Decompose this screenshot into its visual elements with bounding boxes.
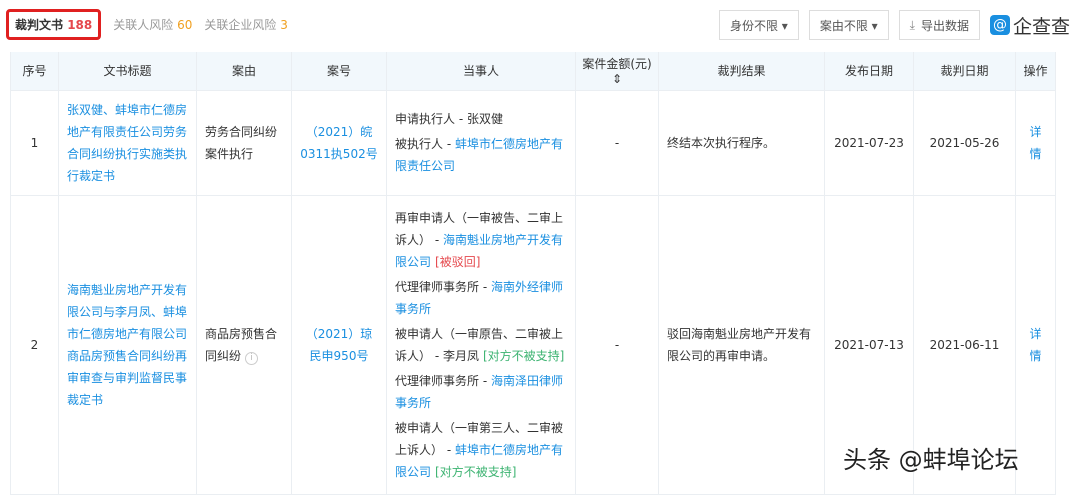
tab-label: 裁判文书 bbox=[15, 17, 64, 32]
row-number: 1 bbox=[10, 89, 59, 196]
party-name: 张双健 bbox=[466, 112, 503, 126]
doc-title-link: 海南魁业房地产开发有限公司与李月凤、蚌埠市仁德房地产有限公司商品房预售合同纠纷再… bbox=[58, 194, 197, 495]
tab-related-person-risk[interactable]: 关联人风险 60 bbox=[113, 16, 192, 33]
header-result: 裁判结果 bbox=[658, 52, 825, 91]
detail-link-text[interactable]: 详情 bbox=[1029, 125, 1041, 161]
judgment-date: 2021-05-26 bbox=[913, 89, 1016, 196]
party-role: 代理律师事务所 - bbox=[395, 373, 491, 388]
cause-filter-dropdown[interactable]: 案由不限 ▾ bbox=[808, 10, 889, 40]
party-status-tag: [对方不被支持] bbox=[482, 348, 565, 363]
case-cause-text: 商品房预售合同纠纷 bbox=[205, 326, 278, 363]
detail-link: 详情 bbox=[1015, 89, 1056, 196]
party: 被申请人（一审原告、二审被上诉人） - 李月凤 [对方不被支持] bbox=[395, 323, 567, 367]
tab-judgments[interactable]: 裁判文书 188 bbox=[6, 8, 102, 40]
judgment-date-text: 2021-05-26 bbox=[929, 135, 1000, 150]
header-case-no: 案号 bbox=[291, 52, 387, 91]
party-status-tag: [对方不被支持] bbox=[435, 464, 517, 479]
header-parties: 当事人 bbox=[386, 52, 576, 91]
doc-title-link-text[interactable]: 张双健、蚌埠市仁德房地产有限责任公司劳务合同纠纷执行实施类执行裁定书 bbox=[67, 103, 187, 183]
case-number-link-text[interactable]: （2021）琼民申950号 bbox=[306, 327, 373, 363]
doc-title-link: 张双健、蚌埠市仁德房地产有限责任公司劳务合同纠纷执行实施类执行裁定书 bbox=[58, 89, 197, 196]
party: 再审申请人（一审被告、二审上诉人） - 海南魁业房地产开发有限公司 [被驳回] bbox=[395, 207, 567, 273]
parties: 申请执行人 - 张双健被执行人 - 蚌埠市仁德房地产有限责任公司 bbox=[386, 89, 576, 196]
judgment-result: 终结本次执行程序。 bbox=[658, 89, 825, 196]
tab-related-company-risk[interactable]: 关联企业风险 3 bbox=[204, 16, 287, 33]
judgment-date-text: 2021-06-11 bbox=[929, 337, 1000, 352]
identity-filter-dropdown[interactable]: 身份不限 ▾ bbox=[718, 10, 799, 40]
detail-link-text[interactable]: 详情 bbox=[1029, 327, 1041, 363]
header-judge-date: 裁判日期 bbox=[913, 52, 1016, 91]
table-header: 序号 文书标题 案由 案号 当事人 案件金额(元) ⇕ 裁判结果 发布日期 裁判日期 操作 bbox=[10, 52, 1056, 91]
party: 被申请人（一审第三人、二审被上诉人） - 蚌埠市仁德房地产有限公司 [对方不被支持… bbox=[395, 417, 567, 483]
row-number-text: 2 bbox=[30, 337, 39, 352]
logo: @ 企查查 bbox=[989, 12, 1070, 39]
case-cause-text: 劳务合同纠纷案件执行 bbox=[205, 124, 278, 161]
judgment-result-text: 驳回海南魁业房地产开发有限公司的再审申请。 bbox=[667, 326, 812, 363]
judgments-table: 序号 文书标题 案由 案号 当事人 案件金额(元) ⇕ 裁判结果 发布日期 裁判日期 操作 1 张双… bbox=[10, 52, 1056, 495]
party-role: 被执行人 - bbox=[395, 137, 455, 151]
party: 申请执行人 - 张双健 bbox=[395, 108, 567, 130]
export-button[interactable]: ⤓ 导出数据 bbox=[898, 10, 980, 40]
case-number-link: （2021）琼民申950号 bbox=[291, 194, 387, 495]
header-amount[interactable]: 案件金额(元) ⇕ bbox=[575, 52, 659, 91]
publish-date: 2021-07-23 bbox=[824, 89, 914, 196]
judgment-result-text: 终结本次执行程序。 bbox=[667, 135, 776, 150]
header-publish-date: 发布日期 bbox=[824, 52, 914, 91]
tab-label: 关联人风险 bbox=[113, 17, 174, 32]
row-number-text: 1 bbox=[30, 135, 39, 150]
tab-count: 3 bbox=[280, 17, 288, 32]
doc-title-link-text[interactable]: 海南魁业房地产开发有限公司与李月凤、蚌埠市仁德房地产有限公司商品房预售合同纠纷再… bbox=[67, 283, 187, 407]
publish-date-text: 2021-07-13 bbox=[834, 337, 904, 352]
toolbar: 身份不限 ▾ 案由不限 ▾ ⤓ 导出数据 @ 企查查 bbox=[718, 10, 1070, 40]
case-number-link-text[interactable]: （2021）皖0311执502号 bbox=[300, 125, 377, 161]
publish-date-text: 2021-07-23 bbox=[834, 135, 904, 150]
case-amount-text: - bbox=[614, 135, 620, 150]
case-amount: - bbox=[575, 89, 659, 196]
case-amount: - bbox=[575, 194, 659, 495]
info-icon[interactable]: i bbox=[245, 351, 259, 365]
party-status-tag: [被驳回] bbox=[435, 254, 481, 269]
parties: 再审申请人（一审被告、二审上诉人） - 海南魁业房地产开发有限公司 [被驳回] 代理… bbox=[386, 194, 576, 495]
detail-link: 详情 bbox=[1015, 194, 1056, 495]
case-cause: 商品房预售合同纠纷 i bbox=[196, 194, 292, 495]
tab-label: 关联企业风险 bbox=[204, 17, 277, 32]
header-title: 文书标题 bbox=[58, 52, 197, 91]
party-role: 申请执行人 - bbox=[395, 112, 467, 126]
row-number: 2 bbox=[10, 194, 59, 495]
case-amount-text: - bbox=[614, 337, 620, 352]
case-number-link: （2021）皖0311执502号 bbox=[291, 89, 387, 196]
header-cause: 案由 bbox=[196, 52, 292, 91]
tabs: 裁判文书 188 关联人风险 60 关联企业风险 3 bbox=[6, 8, 300, 40]
tab-count: 188 bbox=[67, 17, 93, 32]
party: 代理律师事务所 - 海南泽田律师事务所 bbox=[395, 370, 567, 414]
watermark: 头条 @蚌埠论坛 bbox=[843, 446, 1019, 474]
table-row: 1 张双健、蚌埠市仁德房地产有限责任公司劳务合同纠纷执行实施类执行裁定书 劳务合同纠… bbox=[10, 89, 1056, 196]
logo-text: 企查查 bbox=[1012, 15, 1070, 38]
tab-count: 60 bbox=[177, 17, 193, 32]
party-role: 代理律师事务所 - bbox=[395, 279, 491, 294]
header-action: 操作 bbox=[1015, 52, 1056, 91]
export-label: 导出数据 bbox=[920, 18, 969, 33]
party: 代理律师事务所 - 海南外经律师事务所 bbox=[395, 276, 567, 320]
judgment-result: 驳回海南魁业房地产开发有限公司的再审申请。 bbox=[658, 194, 825, 495]
header-no: 序号 bbox=[10, 52, 59, 91]
party: 被执行人 - 蚌埠市仁德房地产有限责任公司 bbox=[395, 133, 567, 177]
party-name: 李月凤 bbox=[442, 348, 479, 363]
case-cause: 劳务合同纠纷案件执行 bbox=[196, 89, 292, 196]
download-icon: ⤓ bbox=[909, 17, 915, 32]
logo-icon: @ bbox=[989, 15, 1010, 35]
